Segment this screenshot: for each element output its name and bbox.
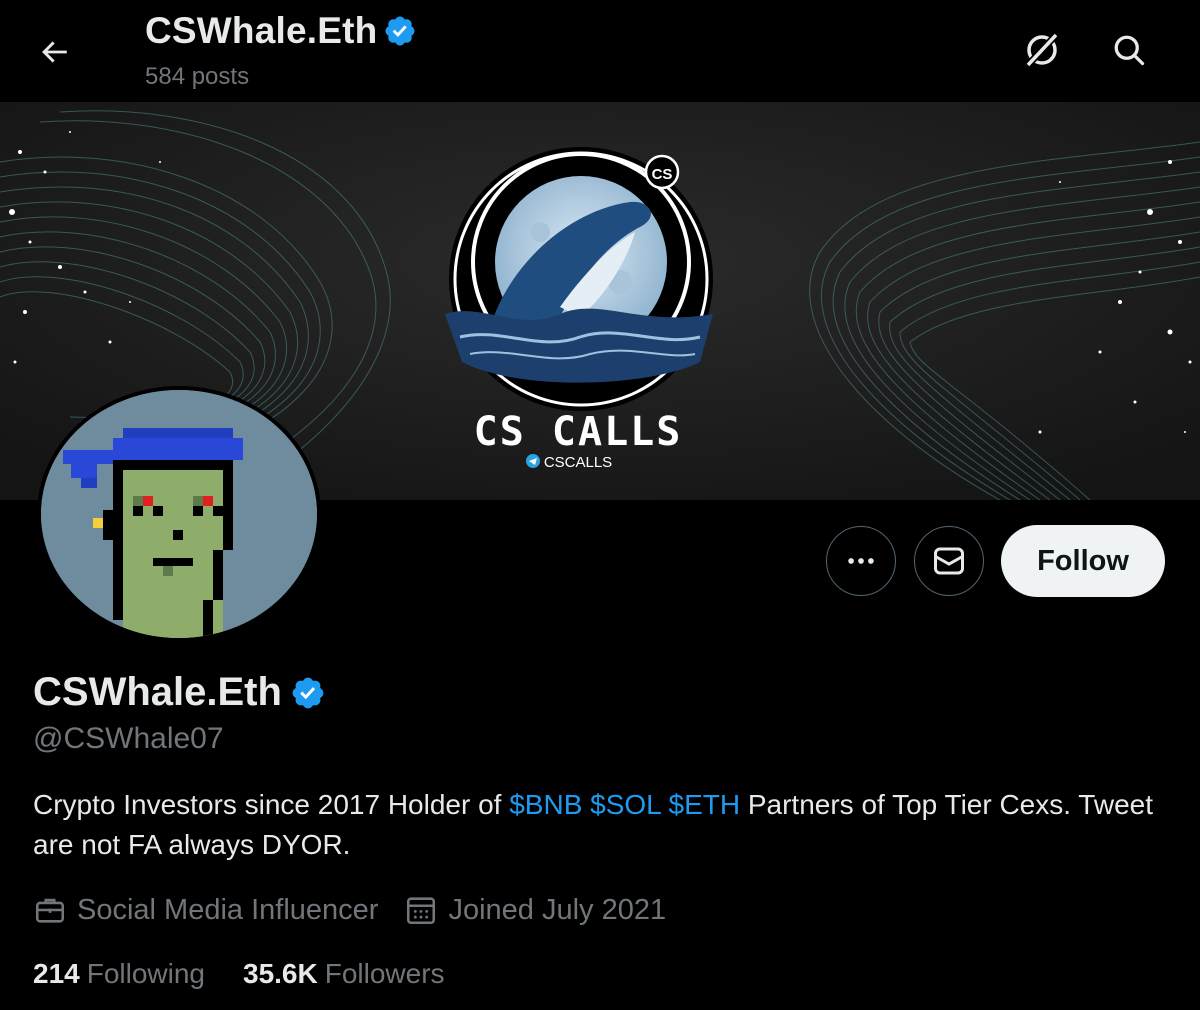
- calendar-icon: [407, 897, 436, 925]
- profile-bio: Crypto Investors since 2017 Holder of $B…: [33, 785, 1173, 865]
- telegram-handle: CSCALLS: [544, 454, 612, 471]
- display-name: CSWhale.Eth: [33, 670, 282, 714]
- grok-button[interactable]: [1018, 26, 1066, 74]
- followers-link[interactable]: 35.6K Followers: [243, 958, 445, 990]
- search-button[interactable]: [1105, 26, 1153, 74]
- following-link[interactable]: 214 Following: [33, 958, 205, 990]
- envelope-icon: [934, 547, 964, 575]
- logo-text: CS CALLS: [474, 409, 683, 455]
- followers-label: Followers: [324, 958, 445, 989]
- verified-badge-icon: [385, 16, 415, 46]
- banner-logo: CS CS CALLS CSCALLS: [445, 147, 713, 471]
- header-title-group: CSWhale.Eth: [145, 10, 417, 52]
- user-handle: @CSWhale07: [33, 722, 224, 755]
- following-label: Following: [86, 958, 205, 989]
- message-button[interactable]: [914, 526, 984, 596]
- bio-text-start: Crypto Investors since 2017 Holder of: [33, 789, 510, 820]
- more-dots-icon: [848, 558, 874, 564]
- category-label: Social Media Influencer: [77, 893, 379, 926]
- followers-count: 35.6K: [243, 958, 318, 989]
- join-date-label: Joined July 2021: [448, 893, 667, 926]
- bio-cashtags[interactable]: $BNB $SOL $ETH: [509, 789, 740, 820]
- back-button[interactable]: [30, 28, 78, 76]
- follow-button[interactable]: Follow: [1001, 525, 1165, 597]
- arrow-left-icon: [42, 41, 67, 63]
- display-name-group: CSWhale.Eth: [33, 670, 326, 715]
- follow-stats: 214 Following 35.6K Followers: [33, 958, 483, 990]
- join-date: Joined July 2021: [404, 893, 666, 927]
- profile-header-bar: CSWhale.Eth 584 posts: [0, 0, 1200, 102]
- verified-badge-icon[interactable]: [290, 675, 326, 711]
- profile-category: Social Media Influencer: [33, 893, 378, 927]
- briefcase-icon: [35, 898, 65, 923]
- header-title: CSWhale.Eth: [145, 10, 378, 51]
- following-count: 214: [33, 958, 80, 989]
- profile-meta: Social Media Influencer Joined July 2021: [33, 893, 692, 927]
- grok-icon: [1025, 32, 1059, 68]
- posts-count: 584 posts: [145, 63, 250, 90]
- search-icon: [1114, 35, 1145, 66]
- logo-badge-text: CS: [652, 166, 673, 183]
- profile-avatar[interactable]: [37, 386, 321, 642]
- more-options-button[interactable]: [826, 526, 896, 596]
